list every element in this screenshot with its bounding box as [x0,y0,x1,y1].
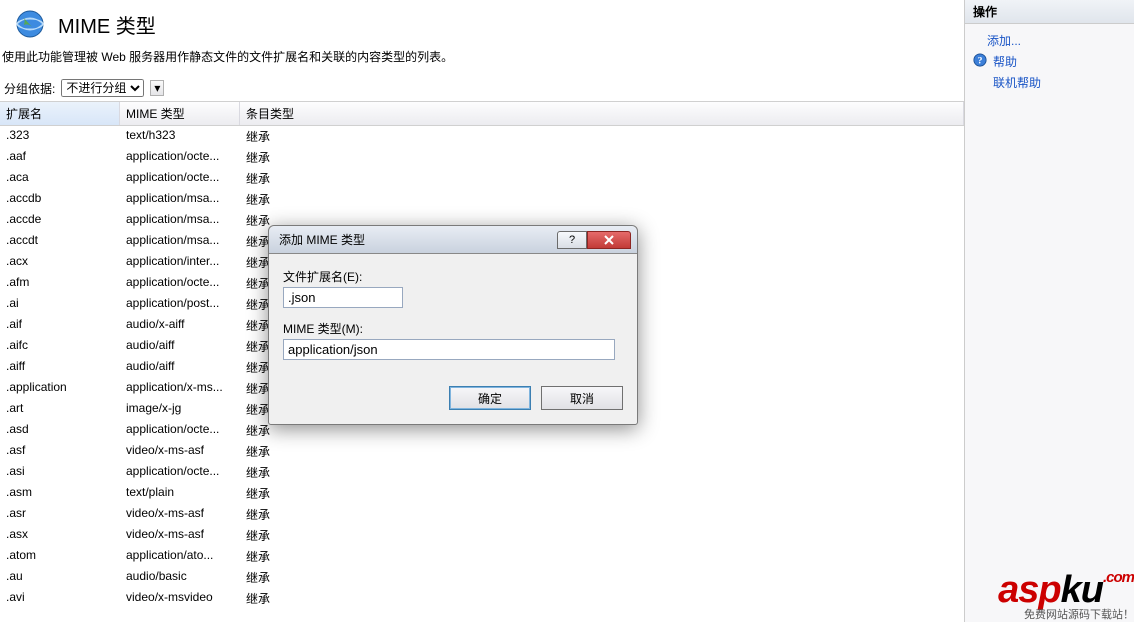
cell-ext: .ai [0,294,120,315]
cell-mime: application/msa... [120,189,240,210]
page-description: 使用此功能管理被 Web 服务器用作静态文件的文件扩展名和关联的内容类型的列表。 [0,44,964,79]
action-add[interactable]: 添加... [969,30,1130,51]
cell-mime: audio/aiff [120,357,240,378]
cell-ext: .aif [0,315,120,336]
cell-mime: application/octe... [120,273,240,294]
ext-input[interactable] [283,287,403,308]
table-row[interactable]: .aafapplication/octe...继承 [0,147,964,168]
cell-entry: 继承 [240,189,964,210]
table-row[interactable]: .asmtext/plain继承 [0,483,964,504]
cell-entry: 继承 [240,588,964,609]
group-options-button[interactable]: ▾ [150,80,164,96]
cell-ext: .accdt [0,231,120,252]
cell-ext: .aca [0,168,120,189]
globe-icon [14,8,46,40]
table-row[interactable]: .asfvideo/x-ms-asf继承 [0,441,964,462]
table-row[interactable]: .auaudio/basic继承 [0,567,964,588]
action-online-help[interactable]: 联机帮助 [969,72,1130,93]
cell-entry: 继承 [240,546,964,567]
add-mime-dialog: 添加 MIME 类型 ? 文件扩展名(E): MIME 类型(M): 确定 取消 [268,225,638,425]
cell-ext: .au [0,567,120,588]
dialog-title: 添加 MIME 类型 [279,231,557,248]
table-row[interactable]: .accdbapplication/msa...继承 [0,189,964,210]
cell-ext: .afm [0,273,120,294]
cell-ext: .asx [0,525,120,546]
cell-entry: 继承 [240,168,964,189]
col-entry[interactable]: 条目类型 [240,102,964,125]
cell-ext: .application [0,378,120,399]
cell-mime: image/x-jg [120,399,240,420]
mime-label: MIME 类型(M): [283,320,623,337]
cell-entry: 继承 [240,462,964,483]
cell-mime: video/x-ms-asf [120,504,240,525]
cell-entry: 继承 [240,567,964,588]
cell-mime: application/msa... [120,210,240,231]
cell-entry: 继承 [240,525,964,546]
page-title: MIME 类型 [58,10,156,39]
table-row[interactable]: .asxvideo/x-ms-asf继承 [0,525,964,546]
cell-mime: application/octe... [120,420,240,441]
table-row[interactable]: .acaapplication/octe...继承 [0,168,964,189]
cell-ext: .avi [0,588,120,609]
cell-mime: application/octe... [120,168,240,189]
cell-ext: .asr [0,504,120,525]
cell-ext: .aiff [0,357,120,378]
table-row[interactable]: .323text/h323继承 [0,126,964,147]
cell-ext: .323 [0,126,120,147]
dialog-close-button[interactable] [587,231,631,249]
table-row[interactable]: .asrvideo/x-ms-asf继承 [0,504,964,525]
cell-mime: application/ato... [120,546,240,567]
cell-ext: .asm [0,483,120,504]
cell-mime: application/x-ms... [120,378,240,399]
cell-ext: .accde [0,210,120,231]
col-extension[interactable]: 扩展名 [0,102,120,125]
table-row[interactable]: .avivideo/x-msvideo继承 [0,588,964,609]
help-icon: ? [973,53,987,70]
cell-entry: 继承 [240,126,964,147]
cell-entry: 继承 [240,441,964,462]
ext-label: 文件扩展名(E): [283,268,623,285]
action-help[interactable]: ? 帮助 [969,51,1130,72]
cell-entry: 继承 [240,483,964,504]
cell-mime: application/msa... [120,231,240,252]
cell-ext: .asd [0,420,120,441]
cell-ext: .atom [0,546,120,567]
table-row[interactable]: .asiapplication/octe...继承 [0,462,964,483]
cell-mime: video/x-ms-asf [120,441,240,462]
watermark-logo: aspku.com 免费网站源码下载站！ [998,569,1134,622]
cell-ext: .aaf [0,147,120,168]
cell-ext: .asf [0,441,120,462]
actions-heading: 操作 [965,0,1134,24]
group-by-select[interactable]: 不进行分组 [61,79,144,97]
svg-text:?: ? [978,56,983,67]
mime-input[interactable] [283,339,615,360]
col-mime[interactable]: MIME 类型 [120,102,240,125]
cell-mime: text/h323 [120,126,240,147]
cell-ext: .aifc [0,336,120,357]
group-by-label: 分组依据: [4,80,55,97]
cancel-button[interactable]: 取消 [541,386,623,410]
cell-ext: .art [0,399,120,420]
cell-entry: 继承 [240,147,964,168]
cell-mime: audio/basic [120,567,240,588]
cell-mime: audio/x-aiff [120,315,240,336]
ok-button[interactable]: 确定 [449,386,531,410]
cell-entry: 继承 [240,504,964,525]
cell-ext: .acx [0,252,120,273]
cell-mime: video/x-ms-asf [120,525,240,546]
cell-mime: video/x-msvideo [120,588,240,609]
cell-ext: .accdb [0,189,120,210]
cell-mime: text/plain [120,483,240,504]
cell-ext: .asi [0,462,120,483]
cell-mime: application/inter... [120,252,240,273]
cell-mime: application/octe... [120,462,240,483]
dialog-help-button[interactable]: ? [557,231,587,249]
cell-mime: audio/aiff [120,336,240,357]
cell-mime: application/octe... [120,147,240,168]
table-row[interactable]: .atomapplication/ato...继承 [0,546,964,567]
cell-mime: application/post... [120,294,240,315]
